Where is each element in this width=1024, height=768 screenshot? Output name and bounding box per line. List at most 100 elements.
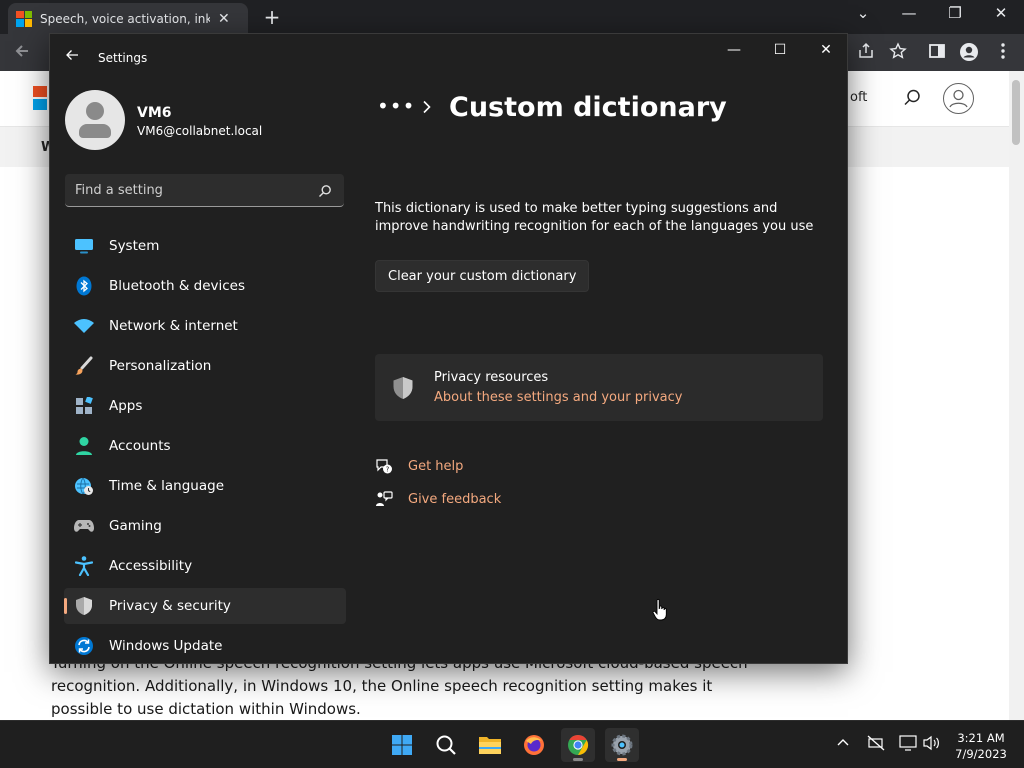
settings-gear-icon[interactable] (605, 728, 639, 762)
clear-custom-dictionary-button[interactable]: Clear your custom dictionary (375, 260, 590, 292)
new-tab-button[interactable]: + (260, 5, 284, 29)
site-account-menu[interactable]: oft (850, 90, 867, 105)
browser-restore-button[interactable]: ❐ (940, 4, 970, 22)
taskbar-active-indicator (617, 758, 627, 761)
update-icon (74, 636, 94, 656)
sidebar-item-system[interactable]: System (64, 228, 346, 264)
tab-search-chevron-icon[interactable]: ⌄ (848, 4, 878, 22)
microsoft-logo-icon[interactable] (33, 86, 47, 110)
settings-minimize-button[interactable]: — (719, 40, 749, 60)
breadcrumb-overflow-button[interactable]: ••• (377, 94, 415, 118)
sidebar-item-label: Windows Update (109, 638, 223, 654)
profile-icon[interactable] (958, 42, 980, 64)
privacy-settings-link[interactable]: About these settings and your privacy (434, 390, 682, 405)
sidebar-item-windows-update[interactable]: Windows Update (64, 628, 346, 663)
page-scrollbar[interactable] (1009, 71, 1024, 720)
privacy-resources-card: Privacy resources About these settings a… (375, 354, 823, 421)
search-icon[interactable] (318, 183, 332, 197)
share-icon[interactable] (855, 42, 877, 64)
page-scrollbar-thumb[interactable] (1012, 80, 1020, 145)
chevron-up-icon[interactable] (833, 735, 853, 753)
browser-minimize-button[interactable]: — (894, 4, 924, 22)
page-description: This dictionary is used to make better t… (375, 201, 814, 234)
sidebar-item-label: Personalization (109, 358, 212, 374)
site-search-icon[interactable] (902, 88, 922, 108)
accessibility-icon (74, 556, 94, 576)
sidebar-item-label: Accessibility (109, 558, 193, 574)
display-icon[interactable] (898, 735, 918, 755)
back-arrow-icon[interactable] (63, 48, 81, 66)
apps-icon (74, 396, 94, 416)
settings-nav: System Bluetooth & devices Network & int… (64, 228, 346, 663)
sidebar-item-label: Accounts (109, 438, 171, 454)
sidebar-item-time-language[interactable]: Time & language (64, 468, 346, 504)
wifi-icon (74, 316, 94, 336)
chevron-right-icon (422, 99, 432, 114)
clock-date: 7/9/2023 (955, 747, 1007, 761)
file-explorer-icon[interactable] (473, 728, 507, 762)
sidebar-item-label: Bluetooth & devices (109, 278, 246, 294)
shield-icon (392, 376, 414, 400)
microsoft-favicon-icon (16, 10, 32, 27)
sidebar-item-label: Network & internet (109, 318, 238, 334)
give-feedback-link[interactable]: Give feedback (408, 492, 501, 507)
avatar[interactable] (65, 90, 125, 150)
person-icon (74, 436, 94, 456)
sidebar-item-label: Apps (109, 398, 143, 414)
sidebar-item-bluetooth[interactable]: Bluetooth & devices (64, 268, 346, 304)
hand-cursor-icon (652, 598, 667, 622)
sidebar-item-label: Privacy & security (109, 598, 231, 614)
tab-close-icon[interactable]: ✕ (218, 11, 230, 27)
get-help-row[interactable]: ? Get help (375, 455, 463, 477)
speaker-icon[interactable] (921, 735, 941, 755)
settings-maximize-button[interactable]: ☐ (765, 40, 795, 60)
taskbar-clock[interactable]: 3:21 AM 7/9/2023 (946, 730, 1016, 762)
settings-close-button[interactable]: ✕ (811, 40, 841, 60)
gamepad-icon (74, 516, 94, 536)
shield-icon (74, 596, 94, 616)
tab-title: Speech, voice activation, inking, t (40, 11, 210, 26)
side-panel-icon[interactable] (926, 42, 948, 64)
windows-start-icon[interactable] (385, 728, 419, 762)
browser-tab[interactable]: Speech, voice activation, inking, t ✕ (8, 3, 248, 34)
user-name: VM6 (137, 105, 172, 121)
taskbar-running-indicator (573, 758, 583, 761)
search-icon[interactable] (429, 728, 463, 762)
give-feedback-row[interactable]: Give feedback (375, 488, 501, 510)
feedback-icon (375, 490, 393, 508)
monitor-icon (74, 236, 94, 256)
star-icon[interactable] (887, 42, 909, 64)
taskbar: 3:21 AM 7/9/2023 (0, 720, 1024, 768)
firefox-icon[interactable] (517, 728, 551, 762)
article-line: recognition. Additionally, in Windows 10… (51, 677, 713, 695)
page-title: Custom dictionary (449, 92, 727, 123)
arrow-left-icon[interactable] (11, 42, 33, 64)
article-line: possible to use dictation within Windows… (51, 700, 361, 718)
chrome-icon[interactable] (561, 728, 595, 762)
sidebar-item-accounts[interactable]: Accounts (64, 428, 346, 464)
sidebar-item-personalization[interactable]: Personalization (64, 348, 346, 384)
sidebar-item-network[interactable]: Network & internet (64, 308, 346, 344)
sidebar-item-label: Time & language (109, 478, 225, 494)
settings-search-box[interactable] (65, 174, 344, 207)
get-help-link[interactable]: Get help (408, 459, 463, 474)
privacy-resources-title: Privacy resources (434, 370, 549, 385)
globe-clock-icon (74, 476, 94, 496)
sidebar-item-apps[interactable]: Apps (64, 388, 346, 424)
user-email: VM6@collabnet.local (137, 124, 263, 138)
settings-window-title: Settings (98, 51, 148, 65)
svg-text:?: ? (386, 466, 390, 474)
settings-search-input[interactable] (75, 174, 305, 206)
kebab-menu-icon[interactable] (992, 42, 1014, 64)
settings-window: Settings — ☐ ✕ VM6 VM6@collabnet.local S… (49, 33, 848, 664)
sidebar-item-privacy-security[interactable]: Privacy & security (64, 588, 346, 624)
sidebar-item-label: Gaming (109, 518, 162, 534)
paintbrush-icon (74, 356, 94, 376)
sidebar-item-accessibility[interactable]: Accessibility (64, 548, 346, 584)
site-account-icon[interactable] (943, 83, 974, 114)
network-off-icon[interactable] (866, 735, 886, 755)
browser-close-button[interactable]: ✕ (986, 4, 1016, 22)
sidebar-item-gaming[interactable]: Gaming (64, 508, 346, 544)
sidebar-item-label: System (109, 238, 160, 254)
clock-time: 3:21 AM (957, 731, 1005, 745)
